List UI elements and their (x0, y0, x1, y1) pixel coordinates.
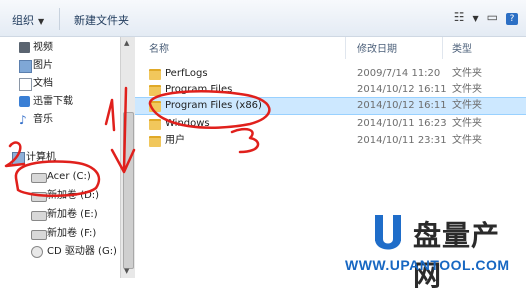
organize-label: 组织 (12, 14, 34, 27)
command-bar: 组织 ▼ 新建文件夹 ☷ ▼ ▭? (0, 0, 526, 37)
column-divider[interactable] (442, 37, 443, 59)
organize-button[interactable]: 组织 ▼ (12, 12, 44, 28)
view-options-icon[interactable]: ☷ (454, 10, 465, 24)
column-header-date[interactable]: 修改日期 (357, 41, 397, 59)
folder-icon (149, 119, 161, 130)
navigation-pane: 视频 图片 文档 迅雷下载 ♪ 音乐 计算机 Acer (C:) 新加卷 (D:… (0, 37, 120, 278)
nav-item-label: 计算机 (26, 152, 56, 163)
nav-item-label: 新加卷 (E:) (47, 209, 98, 220)
file-name: 用户 (165, 135, 185, 146)
file-date: 2014/10/11 16:23 (357, 118, 447, 129)
file-date: 2009/7/14 11:20 (357, 68, 441, 79)
scroll-down-icon[interactable]: ▼ (124, 267, 129, 275)
column-divider[interactable] (345, 37, 346, 59)
file-name: Program Files (165, 84, 233, 95)
nav-item-label: 图片 (33, 60, 53, 71)
nav-item-drive-f[interactable]: 新加卷 (F:) (31, 226, 97, 242)
nav-item-label: CD 驱动器 (G:) (47, 246, 117, 257)
file-type: 文件夹 (452, 84, 482, 95)
file-date: 2014/10/12 16:11 (357, 84, 447, 95)
nav-item-label: 迅雷下载 (33, 96, 73, 107)
nav-item-drive-e[interactable]: 新加卷 (E:) (31, 207, 98, 223)
hard-drive-icon (31, 230, 47, 240)
nav-item-label: 新加卷 (D:) (47, 190, 100, 201)
column-header-type[interactable]: 类型 (452, 41, 472, 59)
folder-icon (149, 85, 161, 96)
file-name: Windows (165, 118, 210, 129)
computer-icon (12, 152, 25, 165)
nav-item-documents[interactable]: 文档 (19, 76, 53, 92)
nav-item-label: 新加卷 (F:) (47, 228, 97, 239)
file-date: 2014/10/12 16:11 (357, 100, 447, 111)
column-header-name[interactable]: 名称 (149, 41, 169, 59)
file-type: 文件夹 (452, 135, 482, 146)
preview-pane-icon[interactable]: ▭ (487, 10, 498, 24)
file-row-perflogs[interactable]: PerfLogs 2009/7/14 11:20 文件夹 (135, 66, 526, 82)
nav-item-computer[interactable]: 计算机 (12, 150, 56, 166)
hard-drive-icon (31, 211, 47, 221)
nav-item-video[interactable]: 视频 (19, 40, 53, 56)
cd-drive-icon (31, 246, 43, 258)
nav-item-drive-g[interactable]: CD 驱动器 (G:) (31, 244, 117, 260)
view-controls: ☷ ▼ ▭? (446, 10, 518, 25)
nav-item-label: Acer (C:) (47, 171, 91, 182)
scroll-up-icon[interactable]: ▲ (124, 39, 129, 47)
hard-drive-icon (31, 173, 47, 183)
nav-scrollbar[interactable]: ▲ ▼ (120, 37, 135, 278)
upantool-logo (375, 215, 401, 250)
help-icon[interactable]: ? (506, 13, 518, 25)
nav-item-music[interactable]: ♪ 音乐 (19, 112, 53, 128)
nav-item-label: 音乐 (33, 114, 53, 125)
nav-item-label: 视频 (33, 42, 53, 53)
nav-item-thunder-download[interactable]: 迅雷下载 (19, 94, 73, 110)
new-folder-label: 新建文件夹 (74, 14, 129, 27)
brand-url: WWW.UPANTOOL.COM (345, 257, 510, 273)
file-name: PerfLogs (165, 68, 208, 79)
music-icon: ♪ (19, 113, 27, 127)
hard-drive-icon (31, 192, 47, 202)
chevron-down-icon: ▼ (38, 17, 45, 26)
document-icon (19, 78, 32, 91)
folder-icon (149, 69, 161, 80)
file-row-program-files[interactable]: Program Files 2014/10/12 16:11 文件夹 (135, 82, 526, 98)
thunder-download-icon (19, 96, 30, 107)
file-row-program-files-x86[interactable]: Program Files (x86) 2014/10/12 16:11 文件夹 (135, 97, 526, 115)
folder-icon (149, 136, 161, 147)
brand-name: 盘量产网 (413, 219, 501, 292)
toolbar-separator (59, 8, 60, 30)
nav-item-pictures[interactable]: 图片 (19, 58, 53, 74)
file-date: 2014/10/11 23:31 (357, 135, 447, 146)
nav-item-drive-d[interactable]: 新加卷 (D:) (31, 188, 100, 204)
nav-item-drive-c[interactable]: Acer (C:) (31, 169, 91, 185)
file-type: 文件夹 (452, 118, 482, 129)
folder-icon (149, 101, 161, 112)
file-type: 文件夹 (452, 68, 482, 79)
file-row-users[interactable]: 用户 2014/10/11 23:31 文件夹 (135, 133, 526, 149)
view-chevron-icon[interactable]: ▼ (473, 14, 479, 23)
picture-icon (19, 60, 32, 73)
file-type: 文件夹 (452, 100, 482, 111)
scroll-thumb[interactable] (123, 112, 134, 269)
nav-item-label: 文档 (33, 78, 53, 89)
file-row-windows[interactable]: Windows 2014/10/11 16:23 文件夹 (135, 116, 526, 132)
video-icon (19, 42, 30, 53)
file-name: Program Files (x86) (165, 100, 262, 111)
new-folder-button[interactable]: 新建文件夹 (74, 12, 129, 28)
